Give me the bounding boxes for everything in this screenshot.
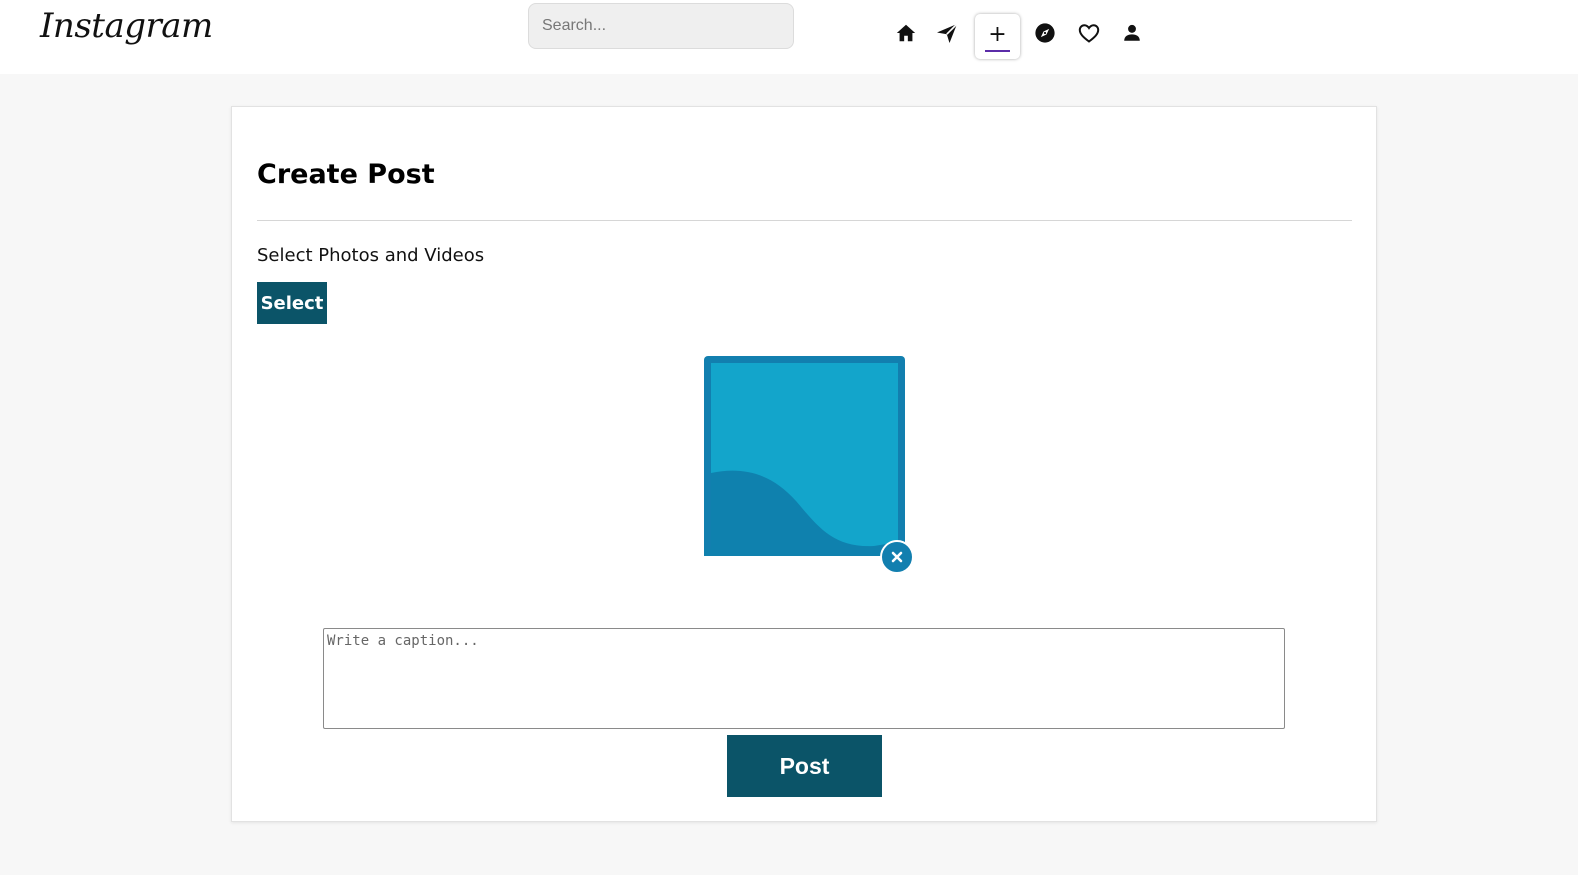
- home-button[interactable]: [891, 18, 921, 48]
- image-placeholder-icon: [704, 356, 905, 556]
- create-post-card: Create Post Select Photos and Videos Sel…: [231, 106, 1377, 822]
- instagram-logo[interactable]: Instagram: [40, 6, 213, 46]
- remove-image-button[interactable]: [880, 540, 914, 574]
- page-title: Create Post: [257, 159, 435, 190]
- active-indicator: [985, 50, 1010, 52]
- plus-icon: +: [988, 22, 1007, 47]
- explore-button[interactable]: [1030, 18, 1060, 48]
- top-navbar: Instagram +: [0, 0, 1578, 74]
- close-icon: [891, 551, 903, 563]
- activity-button[interactable]: [1074, 18, 1104, 48]
- profile-button[interactable]: [1117, 18, 1147, 48]
- select-media-button[interactable]: Select: [257, 282, 327, 324]
- home-icon: [896, 24, 916, 42]
- heart-icon: [1078, 24, 1100, 43]
- select-media-label: Select Photos and Videos: [257, 245, 485, 266]
- direct-messages-button[interactable]: [932, 18, 962, 48]
- send-icon: [937, 23, 958, 43]
- search-input[interactable]: [528, 3, 794, 49]
- profile-icon: [1124, 24, 1140, 41]
- divider: [257, 220, 1352, 221]
- post-button[interactable]: Post: [727, 735, 882, 797]
- explore-icon: [1035, 23, 1055, 43]
- caption-input[interactable]: [323, 628, 1285, 729]
- create-post-button[interactable]: +: [975, 14, 1020, 59]
